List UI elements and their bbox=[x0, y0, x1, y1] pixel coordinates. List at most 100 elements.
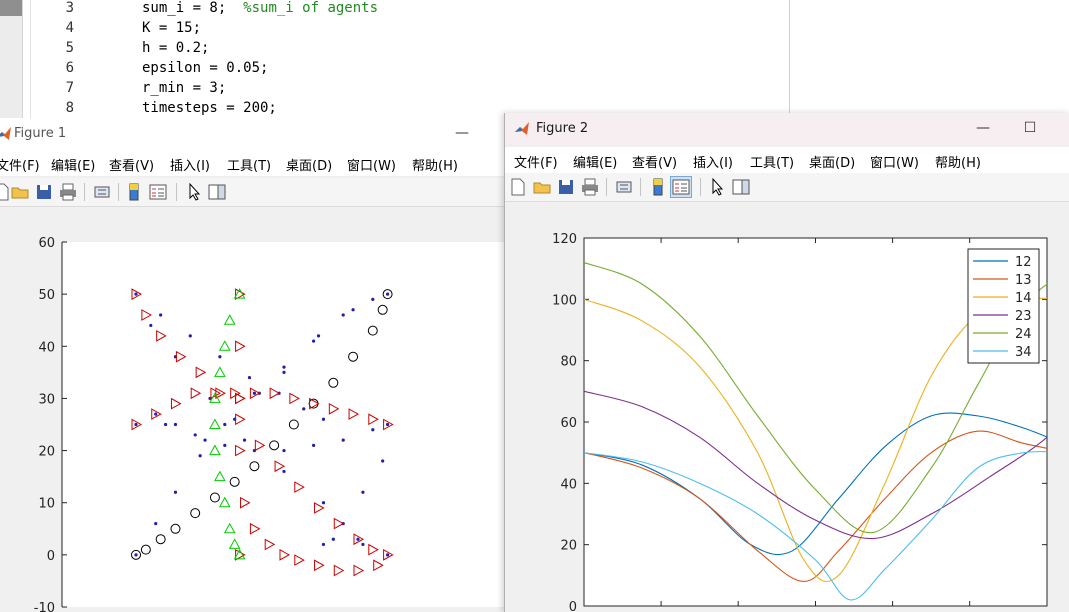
data-point bbox=[134, 292, 138, 296]
menu-help[interactable]: 帮助(H) bbox=[412, 155, 458, 174]
legend-icon[interactable] bbox=[670, 176, 692, 198]
code-text: timesteps = 200; bbox=[142, 100, 277, 116]
link-icon[interactable] bbox=[92, 182, 112, 202]
menu-view[interactable]: 查看(V) bbox=[109, 155, 154, 174]
data-point bbox=[154, 521, 158, 526]
data-point bbox=[188, 334, 192, 338]
menu-window[interactable]: 窗口(W) bbox=[347, 155, 396, 174]
new-icon[interactable] bbox=[508, 177, 528, 197]
property-editor-icon[interactable] bbox=[207, 182, 227, 202]
data-point bbox=[371, 428, 375, 432]
y-tick-label: 120 bbox=[552, 232, 577, 247]
data-point bbox=[247, 375, 252, 380]
maximize-button[interactable]: ☐ bbox=[1020, 119, 1040, 139]
data-point bbox=[218, 355, 222, 359]
data-point bbox=[282, 365, 286, 369]
figure-1-window[interactable]: Figure 1 — 文件(F) 编辑(E) 查看(V) 插入(I) 工具(T)… bbox=[0, 118, 507, 612]
line-number: 4 bbox=[65, 20, 74, 36]
print-icon[interactable] bbox=[58, 182, 78, 202]
legend-icon[interactable] bbox=[148, 182, 168, 202]
figure-2-titlebar[interactable]: Figure 2 — ☐ bbox=[505, 113, 1069, 145]
legend-label: 24 bbox=[1015, 327, 1032, 342]
data-point bbox=[331, 537, 335, 541]
menu-edit[interactable]: 编辑(E) bbox=[51, 155, 95, 174]
save-icon[interactable] bbox=[556, 177, 576, 197]
legend-label: 34 bbox=[1015, 345, 1032, 360]
menu-file[interactable]: 文件(F) bbox=[514, 152, 558, 171]
code-editor[interactable]: 3 sum_i = 8; %sum_i of agents 4 K = 15; 5 h… bbox=[0, 0, 1069, 120]
menu-desktop[interactable]: 桌面(D) bbox=[809, 152, 855, 171]
y-tick-label: 10 bbox=[38, 497, 55, 512]
y-tick-label: 40 bbox=[560, 477, 577, 492]
pointer-icon[interactable] bbox=[184, 182, 204, 202]
toolbar-separator bbox=[84, 183, 85, 201]
line-number: 3 bbox=[65, 0, 74, 16]
y-tick-label: 80 bbox=[560, 355, 577, 370]
menu-view[interactable]: 查看(V) bbox=[632, 152, 677, 171]
code-text: K = 15; bbox=[142, 20, 202, 36]
toolbar-separator bbox=[640, 178, 641, 196]
menu-bar: 文件(F) 编辑(E) 查看(V) 插入(I) 工具(T) 桌面(D) 窗口(W… bbox=[0, 150, 506, 176]
line-number: 7 bbox=[65, 80, 74, 96]
code-text: r_min = 3; bbox=[142, 80, 227, 96]
open-icon[interactable] bbox=[532, 177, 552, 197]
menu-window[interactable]: 窗口(W) bbox=[870, 152, 919, 171]
property-editor-icon[interactable] bbox=[731, 177, 751, 197]
y-tick-label: 60 bbox=[38, 236, 55, 251]
menu-tools[interactable]: 工具(T) bbox=[750, 152, 794, 171]
open-icon[interactable] bbox=[10, 182, 30, 202]
toolbar-separator bbox=[700, 178, 701, 196]
code-comment: %sum_i of agents bbox=[243, 0, 379, 16]
colorbar-icon[interactable] bbox=[124, 182, 144, 202]
y-tick-label: 50 bbox=[38, 288, 55, 303]
figure-toolbar bbox=[0, 178, 506, 207]
data-point bbox=[193, 433, 197, 437]
figure-1-titlebar[interactable]: Figure 1 — bbox=[0, 118, 506, 150]
legend-label: 23 bbox=[1015, 309, 1032, 324]
menu-tools[interactable]: 工具(T) bbox=[227, 155, 271, 174]
minimize-button[interactable]: — bbox=[973, 119, 993, 139]
data-point bbox=[223, 422, 227, 427]
menu-bar: 文件(F) 编辑(E) 查看(V) 插入(I) 工具(T) 桌面(D) 窗口(W… bbox=[505, 147, 1069, 173]
data-point bbox=[341, 313, 345, 317]
menu-file[interactable]: 文件(F) bbox=[0, 155, 40, 174]
scatter-chart[interactable]: -10 0 10 20 30 40 50 60 bbox=[0, 207, 506, 612]
figure-2-canvas[interactable]: 0 20 40 60 80 100 120 12 13 14 23 24 34 bbox=[505, 202, 1069, 612]
line-chart[interactable]: 0 20 40 60 80 100 120 12 13 14 23 24 34 bbox=[505, 202, 1069, 612]
line-number: 6 bbox=[65, 60, 74, 76]
minimize-button[interactable]: — bbox=[452, 124, 472, 144]
menu-desktop[interactable]: 桌面(D) bbox=[286, 155, 332, 174]
data-point bbox=[386, 292, 390, 296]
y-tick-label: 100 bbox=[552, 293, 577, 308]
data-point bbox=[321, 417, 326, 421]
figure-2-window[interactable]: Figure 2 — ☐ 文件(F) 编辑(E) 查看(V) 插入(I) 工具(… bbox=[504, 113, 1069, 612]
link-icon[interactable] bbox=[614, 177, 634, 197]
toolbar-separator bbox=[606, 178, 607, 196]
matlab-icon bbox=[515, 122, 529, 135]
data-point bbox=[321, 501, 326, 505]
code-text: h = 0.2; bbox=[142, 40, 210, 56]
y-tick-label: 60 bbox=[560, 416, 577, 431]
data-point bbox=[312, 339, 316, 343]
print-icon[interactable] bbox=[580, 177, 600, 197]
data-point bbox=[316, 334, 321, 338]
save-icon[interactable] bbox=[34, 182, 54, 202]
menu-help[interactable]: 帮助(H) bbox=[935, 152, 981, 171]
menu-insert[interactable]: 插入(I) bbox=[170, 155, 210, 174]
colorbar-icon[interactable] bbox=[648, 177, 668, 197]
data-point bbox=[371, 297, 375, 301]
data-point bbox=[164, 422, 168, 427]
data-point bbox=[361, 490, 365, 494]
data-point bbox=[252, 391, 256, 395]
y-tick-label: 40 bbox=[38, 340, 55, 355]
data-point bbox=[356, 537, 360, 541]
menu-insert[interactable]: 插入(I) bbox=[693, 152, 733, 171]
editor-gutter-divider bbox=[30, 0, 31, 120]
data-point bbox=[134, 553, 138, 557]
figure-1-canvas[interactable]: -10 0 10 20 30 40 50 60 bbox=[0, 207, 506, 612]
pointer-icon[interactable] bbox=[707, 177, 727, 197]
left-scroll-strip[interactable] bbox=[0, 0, 23, 120]
y-tick-label: 0 bbox=[569, 600, 577, 612]
y-tick-label: 20 bbox=[560, 539, 577, 554]
menu-edit[interactable]: 编辑(E) bbox=[573, 152, 617, 171]
